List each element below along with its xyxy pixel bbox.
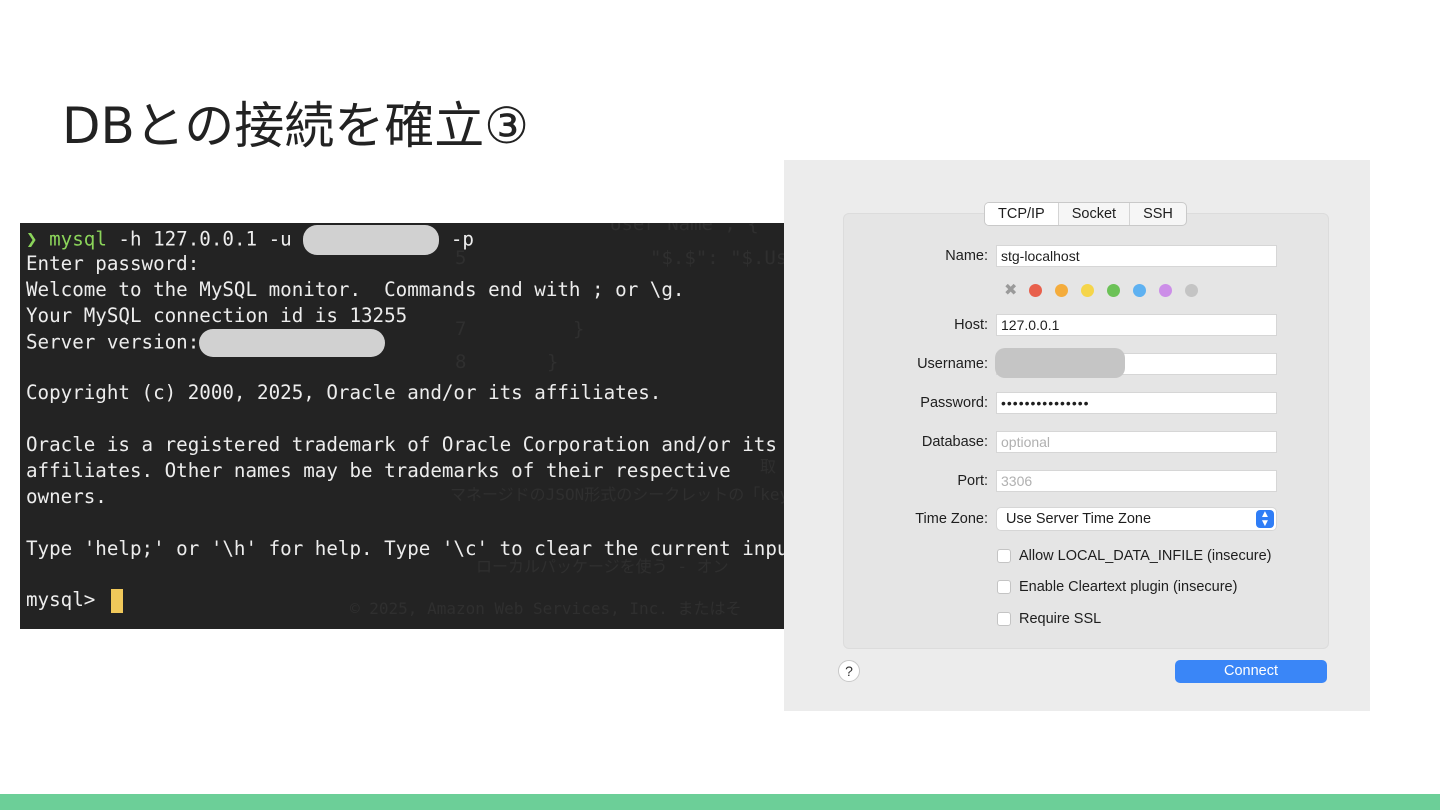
password-label: Password: [920,395,988,411]
checkbox-box[interactable] [997,580,1011,594]
mysql-prompt: mysql> [26,588,107,612]
cleartext-plugin-checkbox[interactable]: Enable Cleartext plugin (insecure) [997,579,1237,595]
color-yellow[interactable] [1081,284,1095,297]
chevron-updown-icon: ▲ ▼ [1256,510,1274,529]
name-field[interactable]: stg-localhost [996,245,1277,267]
password-field[interactable]: ••••••••••••••• [996,392,1277,414]
notice-line: owners. [26,484,107,508]
footer-accent-bar [0,794,1440,810]
color-picker: ✖ [1004,283,1211,299]
redacted-version [199,328,386,357]
timezone-value: Use Server Time Zone [1006,511,1152,527]
checkbox-box[interactable] [997,612,1011,626]
require-ssl-checkbox[interactable]: Require SSL [997,611,1101,627]
name-label: Name: [945,248,988,264]
port-label: Port: [957,473,988,489]
checkbox-label: Require SSL [1019,611,1102,627]
command-line: ❯ mysql -h 127.0.0.1 -u -p [26,225,784,255]
timezone-select[interactable]: Use Server Time Zone ▲ ▼ [996,507,1277,531]
tab-tcp-ip[interactable]: TCP/IP [985,203,1059,225]
clear-color-icon[interactable]: ✖ [1004,283,1017,299]
output-line: Enter password: [26,251,200,275]
output-line: Your MySQL connection id is 13255 [26,303,408,327]
notice-line: affiliates. Other names may be trademark… [26,459,731,483]
command-args: -p [439,227,474,251]
text-cursor [110,588,123,613]
command-name: mysql [49,227,107,251]
username-label: Username: [917,356,988,372]
color-purple[interactable] [1159,284,1173,297]
color-red[interactable] [1029,284,1043,297]
prompt-arrow-icon: ❯ [26,227,50,251]
timezone-label: Time Zone: [915,511,988,527]
tab-socket[interactable]: Socket [1059,203,1131,225]
color-orange[interactable] [1055,284,1069,297]
terminal-output: ❯ mysql -h 127.0.0.1 -u -p Enter passwor… [26,225,784,613]
help-line: Type 'help;' or '\h' for help. Type '\c'… [26,536,784,560]
port-field[interactable]: 3306 [996,470,1277,492]
host-label: Host: [954,317,988,333]
server-version-line: Server version: [26,328,784,357]
color-blue[interactable] [1133,284,1147,297]
connect-button[interactable]: Connect [1175,660,1327,683]
color-green[interactable] [1107,284,1121,297]
checkbox-box[interactable] [997,549,1011,563]
slide-title: DBとの接続を確立③ [62,97,530,155]
tab-ssh[interactable]: SSH [1130,203,1186,225]
server-version-label: Server version: [26,330,200,354]
database-label: Database: [921,434,988,450]
connection-dialog: TCP/IP Socket SSH Name: stg-localhost ✖ … [784,160,1370,711]
allow-local-infile-checkbox[interactable]: Allow LOCAL_DATA_INFILE (insecure) [997,548,1272,564]
database-field[interactable]: optional [996,431,1277,453]
output-line: Welcome to the MySQL monitor. Commands e… [26,277,685,301]
terminal-window: User Name", { 5 "$.$": "$.Use 7 } 8 } 取 … [20,223,784,629]
host-field[interactable]: 127.0.0.1 [996,314,1277,336]
username-field[interactable] [995,348,1277,378]
notice-line: Oracle is a registered trademark of Orac… [26,433,777,457]
color-gray[interactable] [1185,284,1199,297]
checkbox-label: Enable Cleartext plugin (insecure) [1019,579,1238,595]
connection-type-tabs: TCP/IP Socket SSH [984,202,1187,226]
mysql-prompt-line[interactable]: mysql> [26,587,784,613]
redacted-username [995,348,1125,378]
command-args: -h 127.0.0.1 -u [106,227,304,251]
copyright-line: Copyright (c) 2000, 2025, Oracle and/or … [26,381,662,405]
help-button[interactable]: ? [838,660,860,682]
checkbox-label: Allow LOCAL_DATA_INFILE (insecure) [1019,548,1272,564]
